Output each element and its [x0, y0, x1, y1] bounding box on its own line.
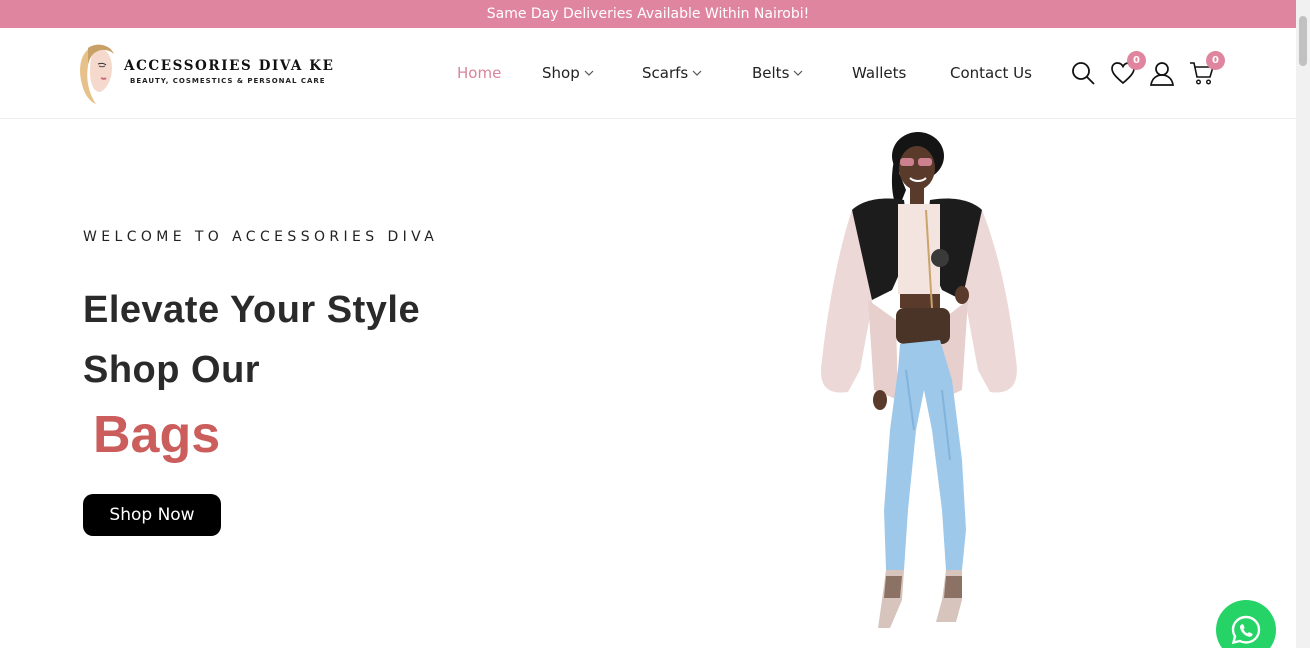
nav-belts-label: Belts	[752, 64, 790, 82]
wishlist-count-badge: 0	[1127, 51, 1146, 70]
hero-welcome-text: WELCOME TO ACCESSORIES DIVA	[83, 229, 439, 245]
cart-button[interactable]: 0	[1189, 51, 1225, 86]
nav-home[interactable]: Home	[457, 64, 501, 82]
site-header: ACCESSORIES DIVA KE BEAUTY, COSMESTICS &…	[0, 28, 1296, 119]
hero-heading-line-1: Elevate Your Style	[83, 289, 421, 331]
nav-shop[interactable]: Shop	[542, 64, 594, 82]
whatsapp-icon	[1231, 615, 1261, 645]
announcement-bar: Same Day Deliveries Available Within Nai…	[0, 0, 1296, 28]
scrollbar-thumb[interactable]	[1299, 16, 1307, 66]
nav-wallets-label: Wallets	[852, 64, 907, 82]
chevron-down-icon	[692, 70, 702, 76]
nav-shop-label: Shop	[542, 64, 580, 82]
page-scrollbar[interactable]	[1296, 0, 1310, 648]
account-button[interactable]	[1149, 60, 1175, 86]
hero-highlight-word: Bags	[93, 406, 221, 464]
nav-home-label: Home	[457, 64, 502, 82]
nav-contact-label: Contact Us	[950, 64, 1032, 82]
chevron-down-icon	[793, 70, 803, 76]
nav-contact[interactable]: Contact Us	[950, 64, 1032, 82]
logo-face-icon	[80, 44, 114, 104]
hero-heading-line-2: Shop Our	[83, 349, 261, 391]
nav-scarfs-label: Scarfs	[642, 64, 689, 82]
announcement-text: Same Day Deliveries Available Within Nai…	[486, 6, 810, 22]
nav-belts[interactable]: Belts	[752, 64, 803, 82]
cart-count-badge: 0	[1206, 51, 1225, 70]
search-icon	[1072, 62, 1095, 85]
nav-scarfs[interactable]: Scarfs	[642, 64, 702, 82]
wishlist-button[interactable]: 0	[1110, 51, 1146, 86]
nav-wallets[interactable]: Wallets	[852, 64, 906, 82]
hero-model-image	[821, 132, 1017, 628]
brand-tagline: BEAUTY, COSMESTICS & PERSONAL CARE	[130, 77, 326, 85]
search-button[interactable]	[1070, 60, 1096, 86]
brand-name: ACCESSORIES DIVA KE	[124, 58, 335, 74]
brand-logo[interactable]: ACCESSORIES DIVA KE BEAUTY, COSMESTICS &…	[76, 42, 336, 106]
user-icon	[1150, 62, 1174, 86]
shop-now-button[interactable]: Shop Now	[83, 494, 221, 536]
whatsapp-chat-button[interactable]	[1216, 600, 1276, 648]
chevron-down-icon	[584, 70, 594, 76]
